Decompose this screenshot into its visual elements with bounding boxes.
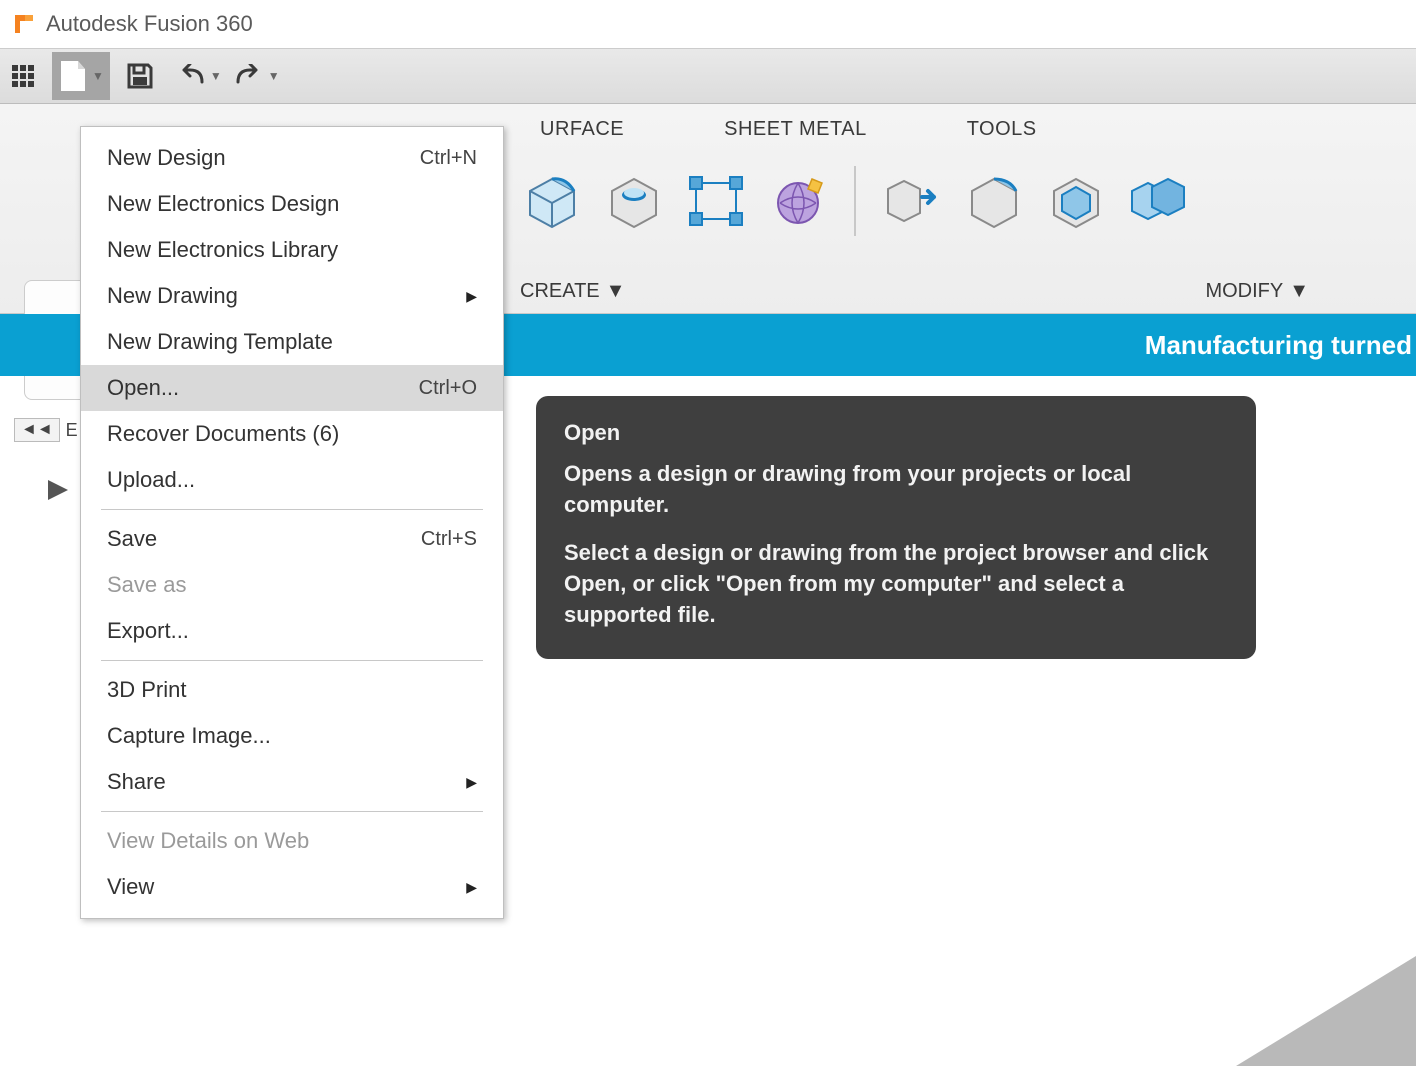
submenu-arrow-icon: ▶ [466, 774, 477, 791]
group-modify[interactable]: MODIFY ▼ [1205, 280, 1309, 303]
menu-item-label: View Details on Web [107, 828, 477, 854]
menu-share[interactable]: Share ▶ [81, 759, 503, 805]
app-title: Autodesk Fusion 360 [46, 11, 253, 37]
viewport-ground-shadow [1236, 956, 1416, 1066]
file-menu: New Design Ctrl+N New Electronics Design… [80, 126, 504, 919]
group-modify-label: MODIFY [1205, 280, 1283, 303]
quick-access-toolbar: ▼ ▼ ▼ [0, 48, 1416, 104]
create-rectangle-pattern-icon[interactable] [684, 169, 748, 233]
menu-save[interactable]: Save Ctrl+S [81, 516, 503, 562]
tab-tools[interactable]: TOOLS [967, 118, 1037, 141]
menu-item-shortcut: Ctrl+O [419, 377, 477, 400]
submenu-arrow-icon: ▶ [466, 879, 477, 896]
menu-open[interactable]: Open... Ctrl+O [81, 365, 503, 411]
create-hole-icon[interactable] [602, 169, 666, 233]
tooltip-body-2: Select a design or drawing from the proj… [564, 538, 1228, 630]
menu-view[interactable]: View ▶ [81, 864, 503, 910]
dropdown-caret-icon: ▼ [606, 280, 626, 303]
nav-back-button[interactable]: ◄◄ [14, 418, 60, 442]
menu-separator [101, 660, 483, 661]
origin-marker-icon [48, 480, 68, 500]
data-panel-button[interactable] [4, 52, 42, 100]
tooltip-title: Open [564, 418, 1228, 449]
menu-3d-print[interactable]: 3D Print [81, 667, 503, 713]
create-form-icon[interactable] [766, 169, 830, 233]
modify-combine-icon[interactable] [1126, 169, 1190, 233]
redo-button[interactable]: ▼ [228, 52, 286, 100]
tab-surface[interactable]: URFACE [540, 118, 624, 141]
menu-item-label: Save [107, 526, 421, 552]
modify-presspull-icon[interactable] [880, 169, 944, 233]
ribbon-tools [520, 166, 1416, 236]
menu-new-drawing[interactable]: New Drawing ▶ [81, 273, 503, 319]
menu-item-label: Save as [107, 572, 477, 598]
menu-item-label: Upload... [107, 467, 477, 493]
group-create[interactable]: CREATE ▼ [520, 280, 625, 303]
menu-item-label: New Electronics Design [107, 191, 477, 217]
menu-upload[interactable]: Upload... [81, 457, 503, 503]
app-logo-icon [10, 10, 38, 38]
undo-button[interactable]: ▼ [170, 52, 228, 100]
ribbon-divider [854, 166, 856, 236]
title-bar: Autodesk Fusion 360 [0, 0, 1416, 48]
submenu-arrow-icon: ▶ [466, 288, 477, 305]
menu-save-as: Save as [81, 562, 503, 608]
menu-export[interactable]: Export... [81, 608, 503, 654]
menu-item-label: New Drawing Template [107, 329, 477, 355]
tooltip-body-1: Opens a design or drawing from your proj… [564, 459, 1228, 521]
menu-item-shortcut: Ctrl+S [421, 528, 477, 551]
modify-fillet-icon[interactable] [962, 169, 1026, 233]
menu-view-details-web: View Details on Web [81, 818, 503, 864]
menu-item-label: Recover Documents (6) [107, 421, 477, 447]
menu-item-label: Share [107, 769, 466, 795]
nav-letter: E [66, 420, 78, 441]
dropdown-caret-icon: ▼ [268, 69, 280, 83]
group-create-label: CREATE [520, 280, 600, 303]
dropdown-caret-icon: ▼ [92, 69, 104, 83]
menu-recover-documents[interactable]: Recover Documents (6) [81, 411, 503, 457]
document-tabs-nav: ◄◄ E [14, 418, 78, 442]
menu-item-label: New Design [107, 145, 420, 171]
menu-item-label: Capture Image... [107, 723, 477, 749]
menu-item-shortcut: Ctrl+N [420, 147, 477, 170]
menu-item-label: Open... [107, 375, 419, 401]
dropdown-caret-icon: ▼ [1289, 280, 1309, 303]
menu-item-label: 3D Print [107, 677, 477, 703]
menu-new-design[interactable]: New Design Ctrl+N [81, 135, 503, 181]
tooltip-open: Open Opens a design or drawing from your… [536, 396, 1256, 659]
file-menu-button[interactable]: ▼ [52, 52, 110, 100]
save-button[interactable] [120, 52, 160, 100]
create-extrude-icon[interactable] [520, 169, 584, 233]
menu-separator [101, 811, 483, 812]
menu-separator [101, 509, 483, 510]
menu-item-label: New Electronics Library [107, 237, 477, 263]
modify-shell-icon[interactable] [1044, 169, 1108, 233]
tab-sheet-metal[interactable]: SHEET METAL [724, 118, 867, 141]
dropdown-caret-icon: ▼ [210, 69, 222, 83]
menu-capture-image[interactable]: Capture Image... [81, 713, 503, 759]
menu-new-drawing-template[interactable]: New Drawing Template [81, 319, 503, 365]
menu-item-label: Export... [107, 618, 477, 644]
menu-new-electronics-design[interactable]: New Electronics Design [81, 181, 503, 227]
banner-text: Manufacturing turned [1145, 330, 1412, 361]
menu-new-electronics-library[interactable]: New Electronics Library [81, 227, 503, 273]
menu-item-label: New Drawing [107, 283, 466, 309]
menu-item-label: View [107, 874, 466, 900]
